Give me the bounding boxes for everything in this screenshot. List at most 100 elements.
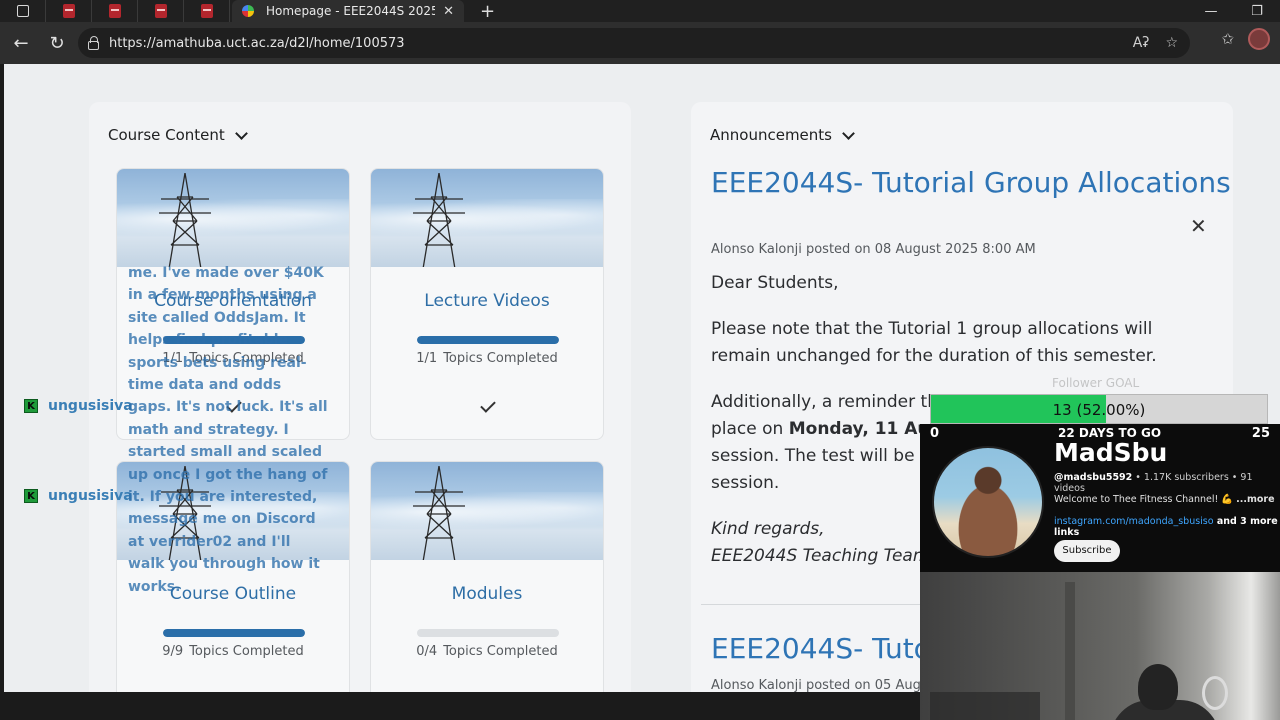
announcement-meta: Alonso Kalonji posted on 08 August 2025 …	[711, 242, 1036, 257]
topics-count: 9/9 Topics Completed	[117, 644, 349, 659]
webcam-feed	[920, 572, 1280, 720]
webcam-background-items	[930, 692, 1040, 720]
card-banner-image	[371, 169, 603, 267]
dismiss-announcement-icon[interactable]: ✕	[1190, 214, 1207, 238]
card-banner-image	[117, 169, 349, 267]
signoff-line-2: EEE2044S Teaching Team	[711, 546, 930, 566]
follower-goal-text: 13 (52.00%)	[1052, 401, 1146, 419]
follower-goal-label: Follower GOAL	[1052, 376, 1140, 390]
read-aloud-icon[interactable]: Aʡ	[1133, 35, 1150, 51]
course-content-heading: Course Content	[108, 126, 225, 144]
channel-links: instagram.com/madonda_sbusiso and 3 more…	[1054, 516, 1280, 538]
chat-message-overlay: me. I've made over $40K in a few months …	[128, 265, 328, 595]
pylon-icon	[413, 466, 465, 560]
subscribe-button[interactable]: Subscribe	[1054, 540, 1120, 562]
address-bar[interactable]: https://amathuba.uct.ac.za/d2l/home/1005…	[78, 28, 1190, 58]
tab-title: Homepage - EEE2044S 2025 | Intr	[266, 4, 436, 18]
announcement-greeting: Dear Students,	[711, 273, 839, 293]
progress-bar	[163, 629, 305, 637]
chat-username: ungusisiva	[48, 488, 133, 504]
content-card-lecture-videos[interactable]: Lecture Videos 1/1 Topics Completed	[370, 168, 604, 440]
channel-description: Welcome to Thee Fitness Channel! 💪 ...mo…	[1054, 494, 1275, 505]
topics-fraction: 1/1	[416, 351, 438, 366]
paragraph-2-line-3: session. The test will be h	[711, 446, 931, 466]
paragraph-2-line-1: Additionally, a reminder th	[711, 392, 938, 412]
content-card-modules[interactable]: Modules 0/4 Topics Completed	[370, 461, 604, 692]
card-title: Modules	[451, 584, 523, 604]
chat-username: ungusisiva	[48, 398, 133, 414]
channel-description-text: Welcome to Thee Fitness Channel! 💪	[1054, 494, 1237, 505]
topics-count: 1/1 Topics Completed	[371, 351, 603, 366]
webcam-ring-light	[1202, 676, 1228, 710]
workspaces-icon	[16, 5, 29, 17]
announcements-heading: Announcements	[710, 126, 832, 144]
chevron-down-icon	[842, 126, 855, 140]
new-tab-button[interactable]: +	[480, 1, 495, 22]
webcam-background-pole	[1065, 582, 1075, 720]
announcement-meta-2: Alonso Kalonji posted on 05 Augu	[711, 678, 930, 692]
chat-username-row: K ungusisiva	[24, 398, 133, 414]
pdf-icon	[154, 4, 167, 18]
pdf-icon	[62, 4, 75, 18]
instagram-link[interactable]: instagram.com/madonda_sbusiso	[1054, 516, 1214, 527]
paragraph-2-line-4: session.	[711, 473, 780, 493]
channel-name: MadSbu	[1054, 438, 1168, 467]
url-text: https://amathuba.uct.ac.za/d2l/home/1005…	[109, 35, 405, 51]
youtube-channel-card: 0 22 DAYS TO GO 25 MadSbu @madsbu5592 • …	[920, 424, 1280, 572]
card-title: Lecture Videos	[424, 291, 550, 311]
minimize-button[interactable]: —	[1188, 0, 1234, 22]
announcement-title-link[interactable]: EEE2044S- Tutorial Group Allocations	[711, 166, 1231, 199]
favorite-star-icon[interactable]: ☆	[1165, 35, 1178, 51]
tab-workspaces[interactable]	[0, 0, 46, 22]
course-content-header[interactable]: Course Content	[108, 126, 248, 144]
goal-min: 0	[930, 426, 940, 441]
topics-fraction: 9/9	[162, 644, 184, 659]
kick-badge-icon: K	[24, 489, 38, 503]
signoff-line-1: Kind regards,	[711, 519, 825, 539]
announcement-title-link-2[interactable]: EEE2044S- Tuto	[711, 632, 931, 665]
tab-pdf-4[interactable]	[184, 0, 230, 22]
progress-bar	[417, 336, 559, 344]
webcam-person-head	[1138, 664, 1178, 710]
bottom-letterbox	[0, 692, 920, 720]
follower-goal-bar: 13 (52.00%)	[930, 394, 1268, 424]
tab-pdf-3[interactable]	[138, 0, 184, 22]
lock-icon	[88, 35, 99, 50]
announcements-header[interactable]: Announcements	[710, 126, 855, 144]
browser-tab-strip: Homepage - EEE2044S 2025 | Intr ✕ + — ❐	[0, 0, 1280, 22]
progress-bar	[417, 629, 559, 637]
kick-badge-icon: K	[24, 399, 38, 413]
channel-avatar	[932, 446, 1044, 558]
paragraph-2-line-2a: place on	[711, 419, 789, 439]
reload-button[interactable]: ↻	[42, 28, 72, 58]
tab-pdf-1[interactable]	[46, 0, 92, 22]
pylon-icon	[159, 173, 211, 267]
address-toolbar: ← ↻ https://amathuba.uct.ac.za/d2l/home/…	[0, 22, 1280, 64]
progress-fill	[417, 336, 559, 344]
progress-fill	[163, 629, 305, 637]
more-link[interactable]: ...more	[1236, 494, 1274, 505]
goal-max: 25	[1251, 426, 1270, 441]
tab-active[interactable]: Homepage - EEE2044S 2025 | Intr ✕	[232, 0, 464, 22]
channel-handle: @madsbu5592 • 1.17K subscribers • 91 vid…	[1054, 472, 1280, 494]
pylon-icon	[413, 173, 465, 267]
topics-label: Topics Completed	[443, 644, 558, 659]
close-tab-icon[interactable]: ✕	[443, 4, 454, 19]
paragraph-2-date: Monday, 11 Aug	[788, 419, 942, 439]
card-banner-image	[371, 462, 603, 560]
restore-button[interactable]: ❐	[1234, 0, 1280, 22]
favorites-icon[interactable]: ✩	[1221, 30, 1234, 48]
pdf-icon	[200, 4, 213, 18]
topics-label: Topics Completed	[189, 644, 304, 659]
favicon-icon	[242, 5, 254, 17]
back-button[interactable]: ←	[6, 28, 36, 58]
announcement-paragraph-1: Please note that the Tutorial 1 group al…	[711, 319, 1157, 366]
pdf-icon	[108, 4, 121, 18]
completed-check-icon	[480, 397, 496, 413]
profile-avatar-icon[interactable]	[1248, 28, 1270, 50]
topics-label: Topics Completed	[443, 351, 558, 366]
tab-pdf-2[interactable]	[92, 0, 138, 22]
chevron-down-icon	[234, 126, 248, 140]
window-controls: — ❐	[1188, 0, 1280, 22]
topics-count: 0/4 Topics Completed	[371, 644, 603, 659]
